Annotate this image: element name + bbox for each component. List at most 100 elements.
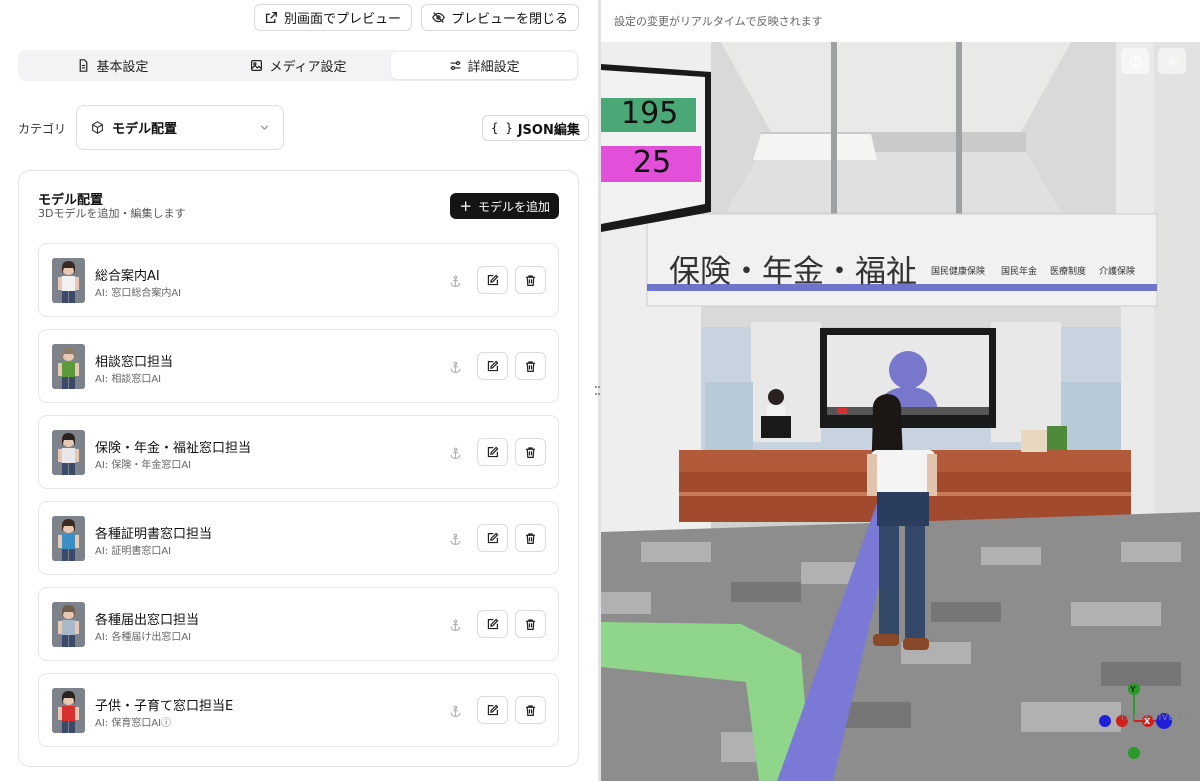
- cube-icon: [92, 121, 103, 134]
- model-ai-label: AI: 窓口総合案内AI: [95, 288, 182, 299]
- trash-icon: [526, 446, 535, 458]
- eye-off-icon: [432, 12, 445, 23]
- model-ai-label: AI: 保険・年金窓口AI: [95, 460, 192, 471]
- sign-sub-3: 医療制度: [1050, 267, 1087, 277]
- brand-watermark: THREEDIVE AI: [1120, 713, 1188, 722]
- 3d-viewport[interactable]: 195 25 保険・年金・福祉 国民健康保険 国民年金 医療制度 介護保険 Y …: [601, 42, 1200, 781]
- model-list-item[interactable]: 各種証明書窓口担当 AI: 証明書窓口AI: [38, 501, 559, 575]
- trash-icon: [526, 532, 535, 544]
- counter-number-bottom: 25: [633, 145, 672, 180]
- viewport-settings-button[interactable]: [1158, 48, 1186, 74]
- delete-model-button[interactable]: [515, 266, 546, 294]
- tab-label: 基本設定: [96, 60, 149, 75]
- model-name: 相談窓口担当: [95, 355, 174, 370]
- app-root: 別画面でプレビュー プレビューを閉じる 基本設定 メディア設定 詳細設定 カテゴ…: [0, 0, 1200, 781]
- settings-tabs: 基本設定 メディア設定 詳細設定: [18, 50, 579, 81]
- model-list-item[interactable]: 子供・子育て窓口担当E AI: 保育窓口AIⓘ: [38, 673, 559, 747]
- trash-icon: [526, 360, 535, 372]
- anchor-icon[interactable]: [445, 271, 465, 291]
- sign-main-text: 保険・年金・福祉: [669, 254, 917, 290]
- edit-model-button[interactable]: [477, 438, 508, 466]
- document-icon: [79, 59, 88, 72]
- gear-icon: [1166, 55, 1178, 67]
- anchor-icon[interactable]: [445, 357, 465, 377]
- edit-model-button[interactable]: [477, 610, 508, 638]
- json-edit-label: JSON編集: [517, 122, 580, 138]
- edit-icon: [487, 446, 499, 457]
- add-model-label: モデルを追加: [477, 199, 550, 214]
- model-name: 各種証明書窓口担当: [95, 527, 213, 542]
- external-link-icon: [265, 11, 277, 24]
- tab-label: 詳細設定: [467, 60, 520, 75]
- anchor-icon[interactable]: [445, 701, 465, 721]
- edit-icon: [487, 532, 499, 543]
- model-thumbnail: [52, 516, 85, 561]
- sign-sub-1: 国民健康保険: [931, 267, 986, 277]
- edit-icon: [487, 618, 499, 629]
- anchor-icon[interactable]: [445, 529, 465, 549]
- scene-render: [601, 42, 1200, 781]
- delete-model-button[interactable]: [515, 438, 546, 466]
- model-placement-card: モデル配置 3Dモデルを追加・編集します + モデルを追加 総合案内AI AI: …: [18, 170, 579, 767]
- model-name: 子供・子育て窓口担当E: [95, 699, 234, 714]
- image-icon: [251, 60, 263, 71]
- counter-number-top: 195: [621, 96, 679, 131]
- axis-y-label: Y: [1130, 685, 1136, 694]
- edit-model-button[interactable]: [477, 266, 508, 294]
- edit-model-button[interactable]: [477, 352, 508, 380]
- model-list-item[interactable]: 総合案内AI AI: 窓口総合案内AI: [38, 243, 559, 317]
- braces-icon: { }: [491, 121, 513, 135]
- json-edit-button[interactable]: { } JSON編集: [482, 115, 589, 141]
- sliders-icon: [450, 60, 461, 71]
- edit-icon: [487, 704, 499, 715]
- help-button[interactable]: [1121, 48, 1149, 74]
- trash-icon: [526, 618, 535, 630]
- delete-model-button[interactable]: [515, 610, 546, 638]
- edit-icon: [487, 360, 499, 371]
- model-name: 総合案内AI: [95, 269, 160, 284]
- delete-model-button[interactable]: [515, 696, 546, 724]
- sign-sub-4: 介護保険: [1099, 267, 1136, 277]
- model-thumbnail: [52, 258, 85, 303]
- tab-media-settings[interactable]: メディア設定: [206, 52, 392, 79]
- edit-model-button[interactable]: [477, 524, 508, 552]
- preview-panel: 設定の変更がリアルタイムで反映されます 195 25 保険・年金・福祉 国民健康…: [601, 0, 1200, 781]
- model-list-item[interactable]: 各種届出窓口担当 AI: 各種届け出窓口AI: [38, 587, 559, 661]
- tab-advanced-settings[interactable]: 詳細設定: [391, 52, 578, 79]
- tab-label: メディア設定: [269, 60, 347, 75]
- anchor-icon[interactable]: [445, 443, 465, 463]
- model-thumbnail: [52, 430, 85, 475]
- trash-icon: [526, 274, 535, 286]
- close-preview-button[interactable]: プレビューを閉じる: [420, 4, 579, 31]
- help-icon: [1129, 55, 1141, 67]
- card-subtitle: 3Dモデルを追加・編集します: [38, 207, 186, 220]
- tab-basic-settings[interactable]: 基本設定: [20, 52, 206, 79]
- edit-icon: [487, 274, 499, 285]
- sign-sub-2: 国民年金: [1001, 267, 1038, 277]
- model-thumbnail: [52, 602, 85, 647]
- category-label: カテゴリ: [18, 122, 67, 136]
- model-thumbnail: [52, 344, 85, 389]
- category-select[interactable]: モデル配置: [76, 105, 284, 150]
- open-preview-button[interactable]: 別画面でプレビュー: [253, 4, 412, 31]
- model-list-item[interactable]: 保険・年金・福祉窓口担当 AI: 保険・年金窓口AI: [38, 415, 559, 489]
- model-name: 各種届出窓口担当: [95, 613, 200, 628]
- add-model-button[interactable]: + モデルを追加: [450, 193, 559, 219]
- open-preview-label: 別画面でプレビュー: [283, 12, 401, 27]
- plus-icon: +: [459, 196, 472, 215]
- edit-model-button[interactable]: [477, 696, 508, 724]
- chevron-down-icon: [260, 125, 269, 131]
- category-value: モデル配置: [112, 122, 178, 137]
- preview-actions: 別画面でプレビュー プレビューを閉じる: [253, 4, 579, 31]
- model-ai-label: AI: 証明書窓口AI: [95, 546, 172, 557]
- settings-panel: 別画面でプレビュー プレビューを閉じる 基本設定 メディア設定 詳細設定 カテゴ…: [0, 0, 598, 781]
- model-list-item[interactable]: 相談窓口担当 AI: 相談窓口AI: [38, 329, 559, 403]
- model-list: 総合案内AI AI: 窓口総合案内AI 相談窓口担当 AI: 相談窓口AI 保険・年金・…: [38, 243, 559, 759]
- delete-model-button[interactable]: [515, 524, 546, 552]
- close-preview-label: プレビューを閉じる: [450, 12, 568, 27]
- model-thumbnail: [52, 688, 85, 733]
- anchor-icon[interactable]: [445, 615, 465, 635]
- model-name: 保険・年金・福祉窓口担当: [95, 441, 252, 456]
- delete-model-button[interactable]: [515, 352, 546, 380]
- model-ai-label: AI: 相談窓口AI: [95, 374, 162, 385]
